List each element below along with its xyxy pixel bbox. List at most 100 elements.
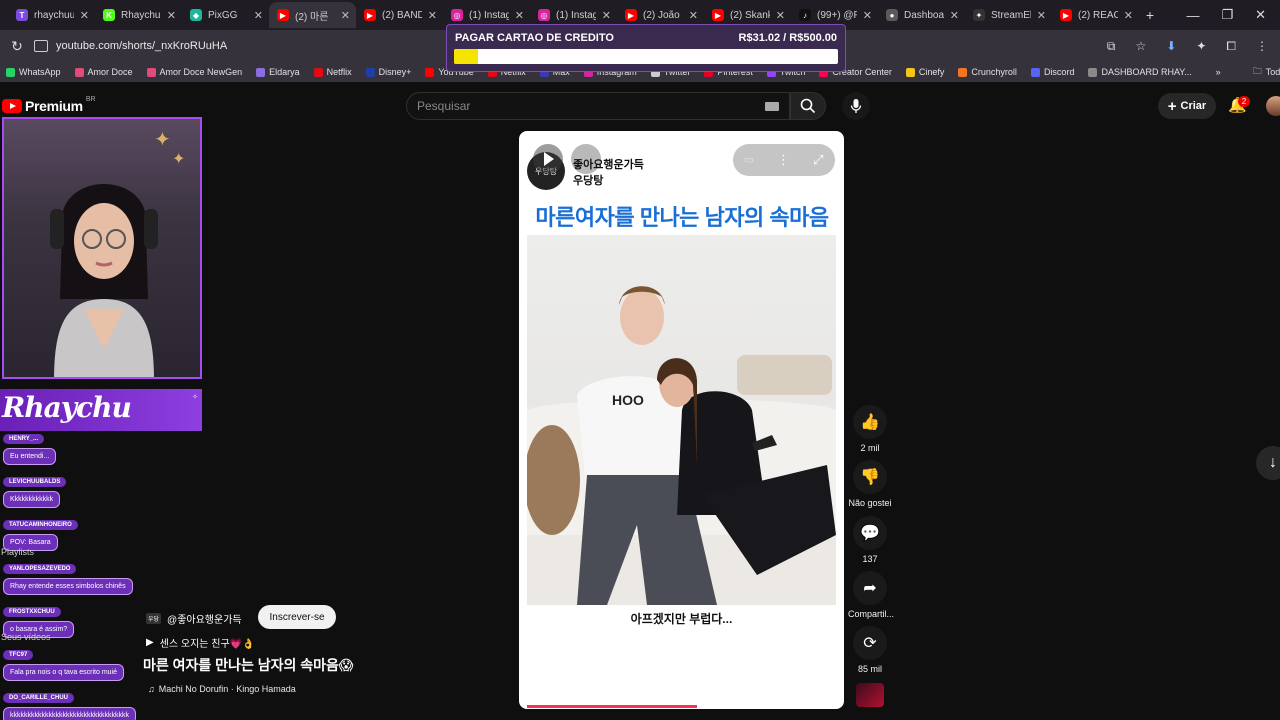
tab-favicon-icon: K: [103, 9, 115, 21]
bookmark-item[interactable]: Cinefy: [905, 67, 944, 77]
like-action[interactable]: 👍 2 mil: [848, 405, 892, 453]
comment-icon[interactable]: 💬: [853, 516, 887, 550]
dislike-icon[interactable]: 👎: [853, 460, 887, 494]
youtube-logo[interactable]: Premium BR: [2, 96, 96, 114]
all-bookmarks-folder[interactable]: 🗀 Todos os fav: [1253, 64, 1280, 80]
bookmark-item[interactable]: Disney+: [365, 67, 411, 77]
comment-action[interactable]: 💬 137: [848, 516, 892, 564]
close-tab-icon[interactable]: ✕: [254, 9, 263, 22]
like-icon[interactable]: 👍: [853, 405, 887, 439]
bookmarks-overflow-icon[interactable]: »: [1216, 67, 1221, 77]
tab-title: (2) João P: [643, 9, 683, 21]
dislike-action[interactable]: 👎 Não gostei: [848, 460, 892, 508]
channel-handle[interactable]: @좋아요행운가득: [167, 611, 242, 626]
more-options-icon[interactable]: ⋮: [777, 152, 790, 168]
menu-icon[interactable]: ⋮: [1256, 39, 1268, 53]
shorts-player[interactable]: 우당탕 좋아요행운가득 우당탕 ▭ ⋮ ⤢ 마른여자를 만나는 남자의 속마음 …: [519, 131, 844, 709]
action-label: Compartil...: [848, 609, 895, 619]
keyboard-icon[interactable]: [765, 102, 779, 111]
bookmark-favicon-icon: [313, 67, 323, 77]
browser-tab[interactable]: Trhaychuu ✕: [8, 2, 95, 28]
remix-icon[interactable]: ⟳: [853, 626, 887, 660]
close-tab-icon[interactable]: ✕: [341, 9, 350, 22]
video-progress-bar[interactable]: [527, 705, 697, 708]
channel-name[interactable]: 좋아요행운가득: [573, 156, 644, 172]
bookmark-item[interactable]: WhatsApp: [6, 67, 61, 77]
video-headline: 마른여자를 만나는 남자의 속마음: [535, 205, 829, 230]
video-subtitle: 아프겠지만 부럽다...: [630, 612, 733, 626]
site-settings-icon[interactable]: [34, 40, 48, 52]
chat-username: YANLOPESAZEVEDO: [3, 564, 77, 574]
voice-search-button[interactable]: [842, 92, 870, 120]
puzzle-icon[interactable]: ⧠: [1226, 39, 1236, 54]
close-tab-icon[interactable]: ✕: [167, 9, 176, 22]
subscribe-button[interactable]: Inscrever-se: [258, 605, 336, 629]
search-input[interactable]: Pesquisar: [406, 92, 790, 120]
share-icon[interactable]: ➦: [853, 571, 887, 605]
remix-action[interactable]: ⟳ 85 mil: [848, 626, 892, 674]
close-tab-icon[interactable]: ✕: [863, 9, 872, 22]
tab-title: Dashboar: [904, 9, 944, 21]
bookmark-item[interactable]: DASHBOARD RHAY...: [1088, 67, 1192, 77]
close-tab-icon[interactable]: ✕: [1037, 9, 1046, 22]
close-tab-icon[interactable]: ✕: [689, 9, 698, 22]
tab-favicon-icon: ▶: [625, 9, 637, 21]
sidebar-item-your-videos[interactable]: Seus vídeos: [1, 632, 51, 642]
audio-thumbnail[interactable]: [856, 683, 884, 707]
reload-icon[interactable]: ↻: [0, 38, 34, 55]
bookmark-item[interactable]: Eldarya: [256, 67, 300, 77]
close-tab-icon[interactable]: ✕: [776, 9, 785, 22]
bookmark-item[interactable]: Netflix: [313, 67, 352, 77]
chat-username: HENRY_...: [3, 434, 45, 444]
play-button[interactable]: [533, 144, 563, 174]
close-tab-icon[interactable]: ✕: [428, 9, 437, 22]
browser-tab[interactable]: ▶ (2) BAND ✕: [356, 2, 443, 28]
folder-icon: 🗀: [1252, 66, 1262, 76]
account-avatar[interactable]: [1266, 96, 1280, 116]
browser-tab[interactable]: K Rhaychuu ✕: [95, 2, 182, 28]
download-icon[interactable]: ⬇: [1166, 39, 1176, 53]
svg-text:HOO: HOO: [612, 392, 644, 408]
bookmark-item[interactable]: Crunchyroll: [958, 67, 1017, 77]
description-line[interactable]: ▶ 센스 오지는 친구💗👌: [146, 635, 255, 650]
share-action[interactable]: ➦ Compartil...: [848, 571, 895, 619]
create-button[interactable]: + Criar: [1158, 93, 1216, 119]
browser-tab[interactable]: ● Dashboar ✕: [878, 2, 965, 28]
next-short-button[interactable]: ↓: [1256, 446, 1280, 480]
close-tab-icon[interactable]: ✕: [950, 9, 959, 22]
restore-icon[interactable]: ❐: [1221, 7, 1233, 23]
browser-tab[interactable]: ▶ (2) 마른 ✕: [269, 2, 356, 28]
sidebar-item-playlists[interactable]: Playlists: [1, 547, 34, 557]
extension-icon[interactable]: ✦: [1196, 39, 1206, 53]
action-label: 137: [862, 554, 878, 564]
video-frame: HOO: [527, 235, 836, 605]
fullscreen-icon[interactable]: ⤢: [813, 152, 823, 168]
browser-tab[interactable]: ▶ (2) REACT ✕: [1052, 2, 1139, 28]
tab-favicon-icon: ●: [886, 9, 898, 21]
chat-username: TATUCAMINHONEIRO: [3, 520, 78, 530]
bookmark-item[interactable]: Amor Doce NewGen: [146, 67, 242, 77]
install-app-icon[interactable]: ⧉: [1107, 39, 1116, 54]
minimize-icon[interactable]: —: [1186, 8, 1199, 23]
close-tab-icon[interactable]: ✕: [80, 9, 89, 22]
tab-title: rhaychuu: [34, 9, 74, 21]
close-window-icon[interactable]: ✕: [1255, 7, 1266, 23]
tab-title: (2) BAND: [382, 9, 422, 21]
search-button[interactable]: [790, 92, 826, 120]
close-tab-icon[interactable]: ✕: [1124, 9, 1133, 22]
captions-icon[interactable]: ▭: [745, 155, 754, 166]
tab-favicon-icon: ◎: [451, 9, 463, 21]
browser-tab[interactable]: ✦ StreamEle ✕: [965, 2, 1052, 28]
music-link[interactable]: ♫ Machi No Dorufin · Kingo Hamada: [148, 684, 296, 694]
new-tab-button[interactable]: +: [1139, 7, 1161, 23]
notification-badge: 2: [1238, 96, 1250, 107]
browser-tab[interactable]: ◆ PixGG ✕: [182, 2, 269, 28]
chat-username: FROSTXXCHUU: [3, 607, 61, 617]
streamer-figure: [50, 184, 158, 377]
bookmark-star-icon[interactable]: ☆: [1136, 39, 1147, 53]
close-tab-icon[interactable]: ✕: [515, 9, 524, 22]
bookmark-item[interactable]: Discord: [1030, 67, 1074, 77]
goal-widget: PAGAR CARTAO DE CREDITO R$31.02 / R$500.…: [446, 24, 846, 72]
bookmark-item[interactable]: Amor Doce: [74, 67, 133, 77]
close-tab-icon[interactable]: ✕: [602, 9, 611, 22]
